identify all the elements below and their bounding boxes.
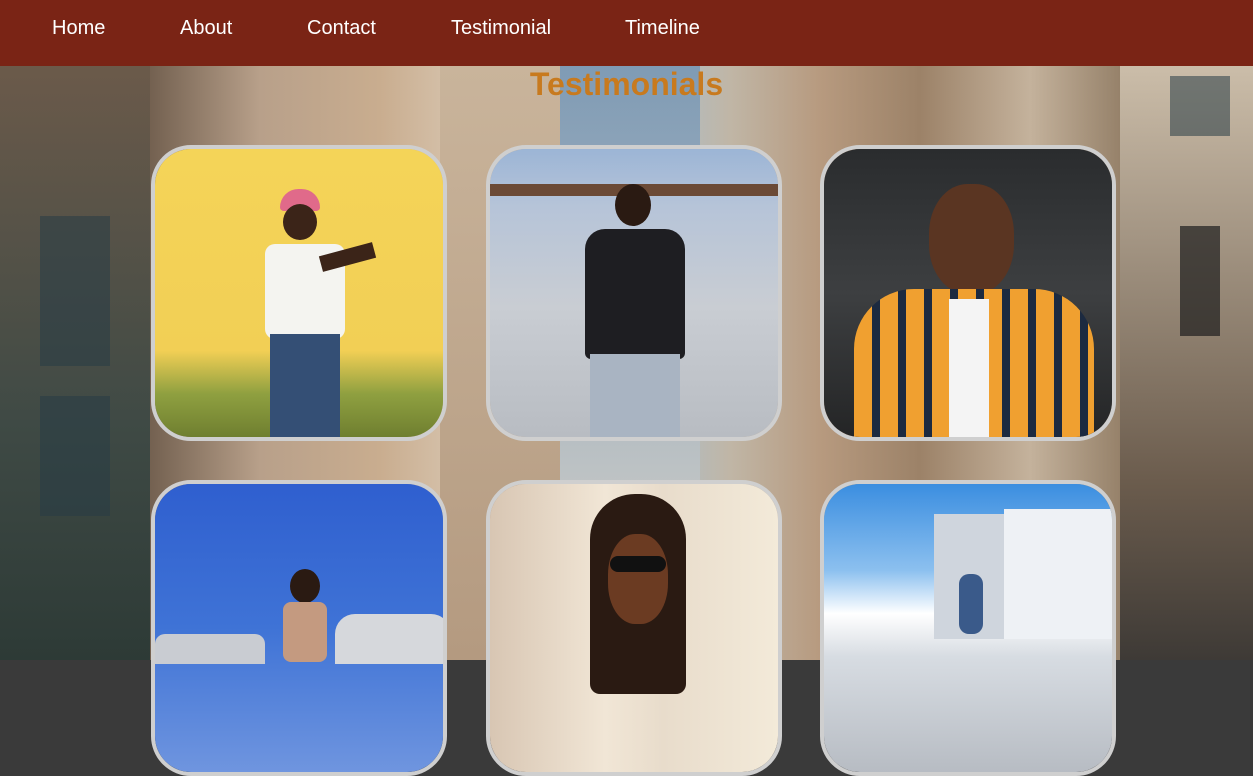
testimonial-card[interactable] — [820, 145, 1116, 441]
top-navigation-bar: Home About Contact Testimonial Timeline — [0, 0, 1253, 66]
nav-link-home[interactable]: Home — [52, 17, 105, 40]
testimonial-photo — [155, 484, 443, 772]
nav-link-testimonial[interactable]: Testimonial — [451, 17, 551, 40]
testimonial-photo — [824, 149, 1112, 437]
page-title: Testimonials — [529, 66, 724, 102]
testimonial-photo — [490, 484, 778, 772]
nav-link-timeline[interactable]: Timeline — [625, 17, 700, 40]
testimonial-card[interactable] — [151, 145, 447, 441]
nav-link-about[interactable]: About — [180, 17, 232, 40]
testimonial-photo — [490, 149, 778, 437]
nav-link-contact[interactable]: Contact — [307, 17, 376, 40]
testimonial-card[interactable] — [151, 480, 447, 776]
testimonial-card[interactable] — [486, 480, 782, 776]
testimonial-card[interactable] — [486, 145, 782, 441]
testimonial-photo — [824, 484, 1112, 772]
testimonial-card[interactable] — [820, 480, 1116, 776]
testimonial-photo — [155, 149, 443, 437]
